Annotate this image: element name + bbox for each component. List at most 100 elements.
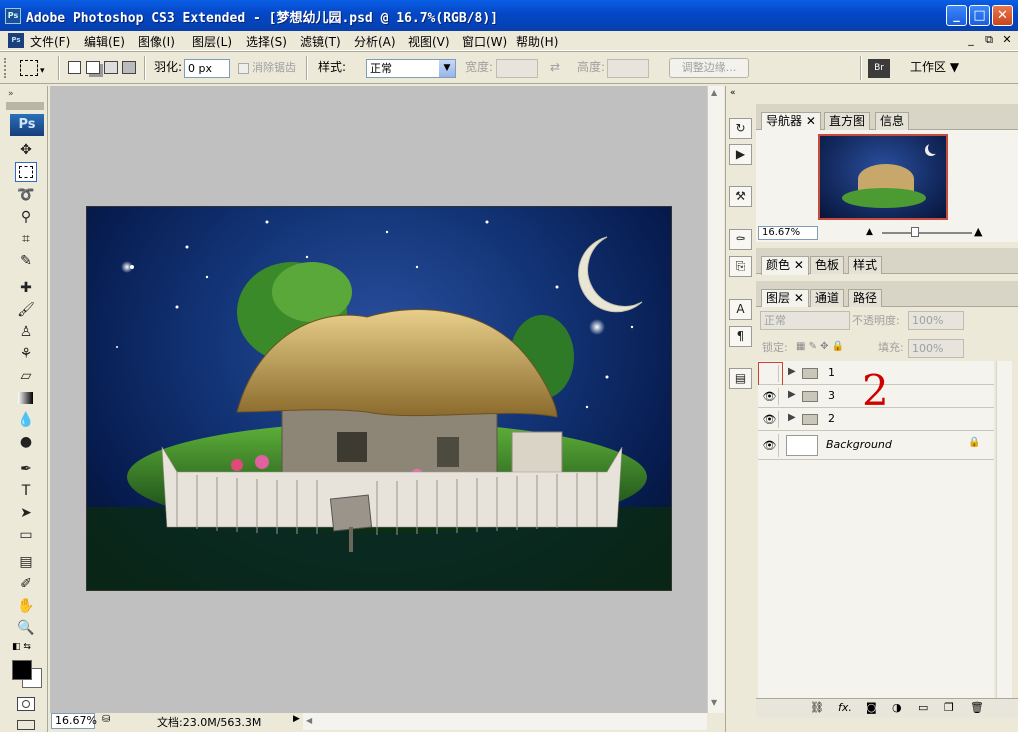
menu-analysis[interactable]: 分析(A) xyxy=(354,33,396,50)
width-input[interactable] xyxy=(496,59,538,78)
antialias-checkbox[interactable] xyxy=(238,63,249,74)
refine-edge-button[interactable]: 调整边缘... xyxy=(669,58,749,78)
zoom-field[interactable]: 16.67% xyxy=(51,713,97,729)
tab-color[interactable]: 颜色 ✕ xyxy=(761,256,809,275)
pen-tool-icon[interactable]: ✒ xyxy=(15,459,37,479)
doc-minimize-button[interactable]: _ xyxy=(964,33,978,46)
zoom-slider-thumb[interactable] xyxy=(911,227,919,237)
swap-icon[interactable]: ⇄ xyxy=(550,58,560,77)
status-menu-arrow-icon[interactable]: ▶ xyxy=(293,714,300,724)
foreground-color-swatch[interactable] xyxy=(12,660,32,680)
tab-styles[interactable]: 样式 xyxy=(848,256,883,274)
quick-selection-tool-icon[interactable]: ⚲ xyxy=(15,207,37,227)
type-tool-icon[interactable]: T xyxy=(15,481,37,501)
zoom-in-icon[interactable]: ▲ xyxy=(974,225,982,238)
navigator-zoom-slider[interactable] xyxy=(882,232,972,234)
collapse-icon[interactable]: » xyxy=(8,89,14,99)
eye-icon[interactable]: 👁 xyxy=(761,388,779,405)
blur-tool-icon[interactable]: 💧 xyxy=(15,410,37,430)
blend-mode-select[interactable]: 正常 xyxy=(760,311,850,330)
document-image[interactable] xyxy=(86,206,672,591)
chevron-down-icon[interactable]: ▾ xyxy=(40,66,45,76)
navigator-zoom-field[interactable]: 16.67% xyxy=(758,226,818,240)
doc-close-button[interactable]: ✕ xyxy=(1000,33,1014,46)
menu-image[interactable]: 图像(I) xyxy=(138,33,175,50)
menu-file[interactable]: 文件(F) xyxy=(30,33,70,50)
tab-swatches[interactable]: 色板 xyxy=(810,256,845,274)
marquee-preset-icon[interactable] xyxy=(20,60,38,76)
healing-brush-tool-icon[interactable]: ✚ xyxy=(15,278,37,298)
tab-channels[interactable]: 通道 xyxy=(810,289,845,307)
notes-tool-icon[interactable]: ▤ xyxy=(15,552,37,572)
grip-handle[interactable] xyxy=(4,58,10,78)
tool-presets-icon[interactable]: ⚒ xyxy=(729,186,752,207)
tab-info[interactable]: 信息 xyxy=(875,112,910,130)
crop-tool-icon[interactable]: ⌗ xyxy=(15,229,37,249)
move-tool-icon[interactable]: ✥ xyxy=(15,140,37,160)
feather-input[interactable]: 0 px xyxy=(184,59,230,78)
navigator-thumbnail[interactable] xyxy=(818,134,948,220)
zoom-tool-icon[interactable]: 🔍 xyxy=(15,618,37,638)
eraser-tool-icon[interactable]: ▱ xyxy=(15,366,37,386)
fill-input[interactable]: 100% xyxy=(908,339,964,358)
menu-help[interactable]: 帮助(H) xyxy=(516,33,558,50)
maximize-button[interactable]: □ xyxy=(969,5,990,26)
bridge-icon[interactable]: Br xyxy=(868,59,890,78)
dodge-tool-icon[interactable]: ● xyxy=(15,432,37,452)
fx-icon[interactable]: fx. xyxy=(838,701,852,714)
chevron-down-icon[interactable]: ▼ xyxy=(439,60,455,77)
new-group-icon[interactable]: ▭ xyxy=(918,701,928,714)
tab-layers[interactable]: 图层 ✕ xyxy=(761,289,809,308)
tab-paths[interactable]: 路径 xyxy=(848,289,883,307)
add-selection-icon[interactable] xyxy=(86,61,100,74)
menu-view[interactable]: 视图(V) xyxy=(408,33,450,50)
minimize-button[interactable]: _ xyxy=(946,5,967,26)
doc-restore-button[interactable]: ⧉ xyxy=(982,33,996,47)
lock-icons[interactable]: ▦ ✎ ✥ 🔒 xyxy=(796,341,844,352)
status-icon[interactable]: ⛁ xyxy=(102,714,110,725)
document-icon[interactable]: Ps xyxy=(8,33,24,48)
close-button[interactable]: ✕ xyxy=(992,5,1013,26)
delete-layer-icon[interactable]: 🗑 xyxy=(970,701,984,714)
clone-stamp-tool-icon[interactable]: ♙ xyxy=(15,322,37,342)
scroll-up-icon[interactable]: ▲ xyxy=(711,88,717,97)
scroll-down-icon[interactable]: ▼ xyxy=(711,698,717,707)
path-selection-tool-icon[interactable]: ➤ xyxy=(15,503,37,523)
ps-app-icon[interactable]: Ps xyxy=(5,8,21,24)
subtract-selection-icon[interactable] xyxy=(104,61,118,74)
menu-filter[interactable]: 滤镜(T) xyxy=(300,33,341,50)
character-panel-icon[interactable]: A xyxy=(729,299,752,320)
lasso-tool-icon[interactable]: ➰ xyxy=(15,185,37,205)
new-selection-icon[interactable] xyxy=(68,61,81,74)
eye-icon[interactable]: 👁 xyxy=(761,411,779,428)
shape-tool-icon[interactable]: ▭ xyxy=(15,525,37,545)
horizontal-scrollbar[interactable]: ◀ xyxy=(303,713,707,730)
opacity-input[interactable]: 100% xyxy=(908,311,964,330)
link-layers-icon[interactable]: ⛓ xyxy=(810,701,824,714)
zoom-out-icon[interactable]: ▲ xyxy=(866,227,873,237)
expand-arrow-icon[interactable]: ▶ xyxy=(788,389,796,400)
history-brush-tool-icon[interactable]: ⚘ xyxy=(15,344,37,364)
intersect-selection-icon[interactable] xyxy=(122,61,136,74)
screen-mode-icon[interactable] xyxy=(17,720,35,730)
menu-layer[interactable]: 图层(L) xyxy=(192,33,232,50)
paragraph-panel-icon[interactable]: ¶ xyxy=(729,326,752,347)
history-panel-icon[interactable]: ↻ xyxy=(729,118,752,139)
hand-tool-icon[interactable]: ✋ xyxy=(15,596,37,616)
expand-arrow-icon[interactable]: ▶ xyxy=(788,412,796,423)
menu-window[interactable]: 窗口(W) xyxy=(462,33,507,50)
vertical-scrollbar[interactable]: ▲ ▼ xyxy=(707,86,724,713)
add-mask-icon[interactable]: ◙ xyxy=(866,701,877,714)
default-colors-icon[interactable]: ◧ ⇆ xyxy=(12,642,31,652)
height-input[interactable] xyxy=(607,59,649,78)
layers-scrollbar[interactable] xyxy=(996,361,1012,717)
scroll-left-icon[interactable]: ◀ xyxy=(306,716,312,725)
menu-edit[interactable]: 编辑(E) xyxy=(84,33,125,50)
style-select[interactable]: 正常 ▼ xyxy=(366,59,456,78)
layer-comps-icon[interactable]: ▤ xyxy=(729,368,752,389)
gradient-tool-icon[interactable] xyxy=(15,388,37,408)
adjustment-layer-icon[interactable]: ◑ xyxy=(892,701,902,714)
tab-navigator[interactable]: 导航器 ✕ xyxy=(761,112,821,131)
slice-tool-icon[interactable]: ✎ xyxy=(15,251,37,271)
menu-select[interactable]: 选择(S) xyxy=(246,33,287,50)
